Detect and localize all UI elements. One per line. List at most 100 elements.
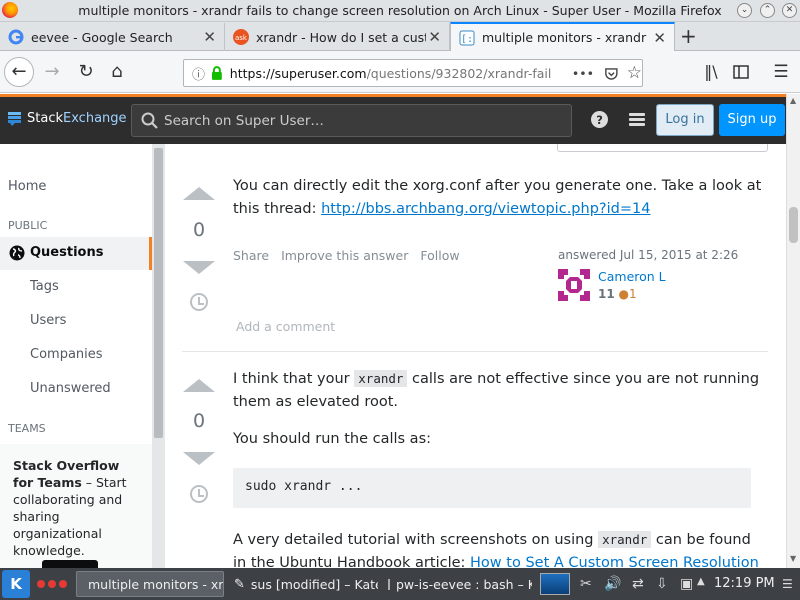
user-avatar[interactable] — [558, 269, 590, 301]
tab-superuser[interactable]: [: multiple monitors - xrandr fail ✕ — [450, 22, 675, 51]
task-label: multiple monitors - xr — [88, 576, 224, 592]
vote-count: 0 — [192, 219, 206, 241]
search-icon — [141, 112, 158, 129]
url-bar[interactable]: ⓘ https://superuser.com/questions/932802… — [183, 59, 643, 87]
forward-icon[interactable]: → — [38, 58, 66, 86]
close-tab-icon[interactable]: ✕ — [653, 29, 666, 47]
help-icon[interactable]: ? — [591, 111, 608, 128]
site-header: Stack Exchange Search on Super User… ? Lo… — [0, 94, 786, 144]
task-label: pw-is-eevee : bash – K — [396, 576, 532, 592]
tab-label: multiple monitors - xrandr fail — [482, 30, 647, 45]
sidebar-item-questions[interactable]: Questions — [30, 245, 103, 260]
text: I think that your — [233, 371, 355, 387]
clock: 12:19 PM — [714, 576, 775, 591]
sidebar-item-users[interactable]: Users — [30, 313, 66, 328]
library-icon[interactable]: ‖\ — [697, 58, 725, 86]
scroll-up-arrow-icon[interactable]: ▲ — [790, 96, 796, 105]
google-icon — [8, 29, 24, 45]
teams-promo-button[interactable] — [42, 560, 98, 568]
hamburger-menu-icon[interactable]: ☰ — [767, 58, 795, 86]
follow-link[interactable]: Follow — [420, 248, 459, 263]
reload-icon[interactable]: ↻ — [72, 58, 100, 86]
sidebar-item-tags[interactable]: Tags — [30, 279, 59, 294]
svg-text:?: ? — [596, 113, 603, 127]
close-tab-icon[interactable]: ✕ — [428, 28, 441, 46]
answer-2-paragraph-3: A very detailed tutorial with screenshot… — [233, 528, 763, 568]
sidebar-label-public: PUBLIC — [8, 219, 48, 232]
tab-label: xrandr - How do I set a custom — [256, 29, 426, 45]
superuser-icon: [: — [459, 30, 475, 45]
brand-stack: Stack — [27, 111, 63, 126]
sidebar-item-home[interactable]: Home — [8, 179, 46, 194]
sidebar-item-unanswered[interactable]: Unanswered — [30, 381, 111, 396]
maximize-icon[interactable]: ⌃ — [760, 3, 775, 18]
signup-button[interactable]: Sign up — [719, 104, 785, 136]
reputation-score: 11 — [598, 287, 615, 301]
pocket-icon[interactable] — [604, 66, 619, 81]
panel-settings-icon[interactable]: ☰ — [782, 577, 793, 591]
volume-icon[interactable]: 🔊 — [604, 576, 621, 592]
share-link[interactable]: Share — [233, 248, 269, 263]
close-tab-icon[interactable]: ✕ — [203, 28, 216, 46]
task-kate[interactable]: ✎ sus [modified] – Kate — [228, 571, 378, 597]
thread-link[interactable]: http://bbs.archbang.org/viewtopic.php?id… — [321, 201, 650, 217]
post-menu: Share Improve this answer Follow — [233, 248, 468, 263]
window-dots-icon[interactable] — [36, 579, 68, 589]
user-name-link[interactable]: Cameron L — [598, 269, 666, 284]
updates-icon[interactable]: ⇩ — [656, 576, 668, 592]
tray-expand-icon[interactable]: ▲ — [697, 576, 705, 587]
upvote-button[interactable] — [183, 187, 215, 200]
tab-google[interactable]: eevee - Google Search ✕ — [0, 23, 225, 51]
info-icon[interactable]: ⓘ — [192, 64, 205, 83]
answer-1-body: You can directly edit the xorg.conf afte… — [233, 175, 763, 221]
desktop-pager[interactable] — [540, 573, 570, 595]
sidebar-toggle-icon[interactable] — [733, 65, 749, 79]
close-window-icon[interactable]: ✕ — [782, 3, 797, 18]
task-terminal[interactable]: pw-is-eevee : bash – K — [382, 571, 532, 597]
url-host: https://superuser.com — [229, 65, 367, 81]
home-icon[interactable]: ⌂ — [103, 58, 131, 86]
task-firefox[interactable]: multiple monitors - xr — [76, 571, 224, 597]
svg-text:[:: [: — [461, 34, 473, 45]
taskbar: K multiple monitors - xr ✎ sus [modified… — [0, 568, 800, 600]
sidebar-item-companies[interactable]: Companies — [30, 347, 103, 362]
sidebar-widget-edge — [557, 144, 768, 152]
tab-label: eevee - Google Search — [31, 29, 173, 45]
minimize-icon[interactable]: ⌄ — [737, 3, 752, 18]
downvote-button[interactable] — [183, 261, 215, 274]
display-icon[interactable]: ▣ — [680, 576, 693, 592]
history-icon[interactable] — [190, 485, 208, 503]
stackexchange-icon — [8, 111, 21, 126]
text: A very detailed tutorial with screenshot… — [233, 532, 599, 548]
new-tab-icon[interactable]: + — [680, 24, 697, 48]
site-switcher-icon[interactable] — [628, 111, 646, 129]
page-scrollbar-thumb[interactable] — [789, 207, 798, 243]
login-button[interactable]: Log in — [656, 104, 714, 136]
answer-2-paragraph-1: I think that your xrandr calls are not e… — [233, 367, 763, 414]
kde-start-icon[interactable]: K — [2, 570, 30, 598]
bronze-badge: ●1 — [618, 287, 637, 301]
network-icon[interactable]: ⇄ — [632, 576, 644, 592]
bookmark-star-icon[interactable]: ☆ — [627, 63, 642, 83]
downvote-button[interactable] — [183, 452, 215, 465]
tab-askubuntu[interactable]: ask xrandr - How do I set a custom ✕ — [225, 23, 450, 51]
site-search-input[interactable]: Search on Super User… — [131, 104, 572, 137]
sidebar-scrollbar-thumb[interactable] — [154, 148, 163, 438]
code-block: sudo xrandr ... — [233, 468, 751, 508]
back-icon[interactable]: ← — [4, 57, 34, 87]
upvote-button[interactable] — [183, 379, 215, 392]
svg-text:ask: ask — [235, 34, 248, 42]
scissors-icon[interactable]: ✂ — [580, 576, 592, 592]
url-path: /questions/932802/xrandr-fail — [366, 65, 552, 81]
add-comment-link[interactable]: Add a comment — [236, 319, 335, 334]
history-icon[interactable] — [190, 293, 208, 311]
improve-answer-link[interactable]: Improve this answer — [281, 248, 408, 263]
page-actions-icon[interactable]: ••• — [572, 66, 594, 81]
askubuntu-icon: ask — [233, 29, 249, 45]
navigation-toolbar: ← → ↻ ⌂ ⓘ https://superuser.com/question… — [0, 51, 800, 93]
page-scrollbar[interactable]: ▲ ▼ — [786, 94, 800, 568]
stackexchange-logo[interactable]: Stack Exchange — [8, 111, 127, 126]
sidebar-scrollbar[interactable] — [152, 144, 165, 568]
lock-icon — [211, 66, 222, 80]
scroll-down-arrow-icon[interactable]: ▼ — [790, 554, 796, 563]
